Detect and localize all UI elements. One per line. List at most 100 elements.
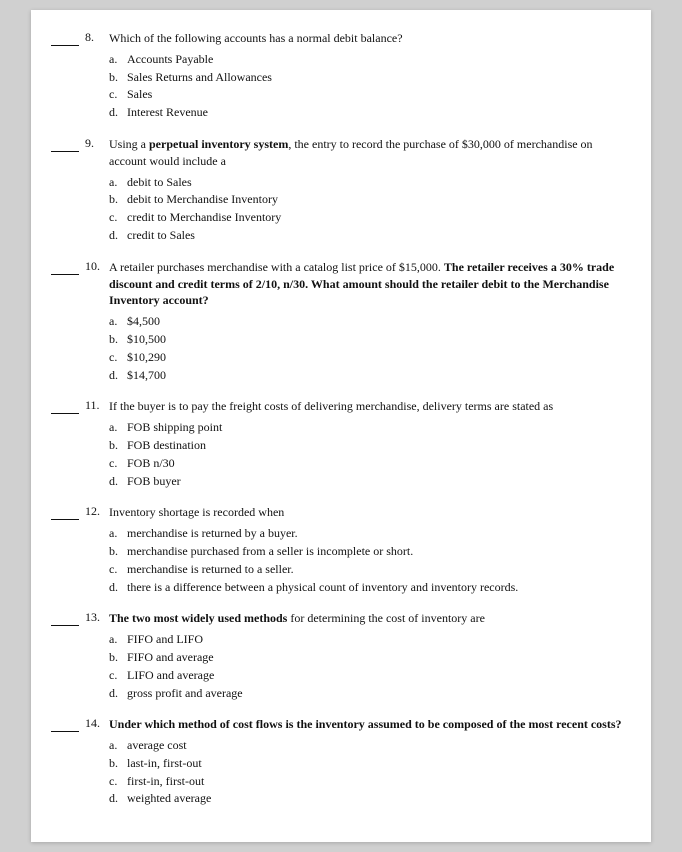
answer-blank[interactable] [51, 138, 79, 152]
option-letter: b. [109, 331, 127, 348]
option-item: a.debit to Sales [109, 174, 623, 191]
options-list: a.debit to Salesb.debit to Merchandise I… [109, 174, 623, 244]
option-item: b.$10,500 [109, 331, 623, 348]
option-text: Sales Returns and Allowances [127, 69, 272, 86]
option-text: $4,500 [127, 313, 160, 330]
option-letter: a. [109, 313, 127, 330]
option-item: d.FOB buyer [109, 473, 623, 490]
option-item: a.Accounts Payable [109, 51, 623, 68]
question-text: Using a perpetual inventory system, the … [109, 136, 623, 170]
question-block: 8.Which of the following accounts has a … [51, 30, 623, 122]
option-text: first-in, first-out [127, 773, 204, 790]
option-text: credit to Sales [127, 227, 195, 244]
option-item: b.merchandise purchased from a seller is… [109, 543, 623, 560]
question-block: 13.The two most widely used methods for … [51, 610, 623, 702]
question-content: Using a perpetual inventory system, the … [109, 136, 623, 245]
option-letter: b. [109, 543, 127, 560]
options-list: a.merchandise is returned by a buyer.b.m… [109, 525, 623, 595]
question-number: 14. [85, 716, 109, 731]
option-item: a.$4,500 [109, 313, 623, 330]
answer-blank[interactable] [51, 612, 79, 626]
option-text: FOB n/30 [127, 455, 175, 472]
option-text: $10,500 [127, 331, 166, 348]
option-text: FIFO and average [127, 649, 214, 666]
option-item: c.FOB n/30 [109, 455, 623, 472]
option-text: credit to Merchandise Inventory [127, 209, 281, 226]
question-text: A retailer purchases merchandise with a … [109, 259, 623, 309]
option-text: Interest Revenue [127, 104, 208, 121]
option-item: b.Sales Returns and Allowances [109, 69, 623, 86]
option-text: debit to Merchandise Inventory [127, 191, 278, 208]
option-letter: d. [109, 685, 127, 702]
option-item: c.LIFO and average [109, 667, 623, 684]
option-item: c.first-in, first-out [109, 773, 623, 790]
option-item: b.debit to Merchandise Inventory [109, 191, 623, 208]
question-text: If the buyer is to pay the freight costs… [109, 398, 623, 415]
option-item: d.gross profit and average [109, 685, 623, 702]
option-item: b.FOB destination [109, 437, 623, 454]
option-text: there is a difference between a physical… [127, 579, 518, 596]
option-item: b.last-in, first-out [109, 755, 623, 772]
option-item: d.there is a difference between a physic… [109, 579, 623, 596]
options-list: a.FOB shipping pointb.FOB destinationc.F… [109, 419, 623, 489]
question-number: 10. [85, 259, 109, 274]
question-block: 10.A retailer purchases merchandise with… [51, 259, 623, 385]
option-text: merchandise is returned to a seller. [127, 561, 294, 578]
question-content: Which of the following accounts has a no… [109, 30, 623, 122]
option-text: FOB shipping point [127, 419, 222, 436]
option-letter: d. [109, 227, 127, 244]
option-text: merchandise is returned by a buyer. [127, 525, 298, 542]
question-content: The two most widely used methods for det… [109, 610, 623, 702]
option-text: FOB buyer [127, 473, 181, 490]
option-letter: a. [109, 631, 127, 648]
option-letter: a. [109, 51, 127, 68]
answer-blank[interactable] [51, 506, 79, 520]
option-letter: c. [109, 455, 127, 472]
option-letter: b. [109, 69, 127, 86]
option-item: c.$10,290 [109, 349, 623, 366]
option-text: Accounts Payable [127, 51, 213, 68]
option-text: LIFO and average [127, 667, 214, 684]
question-content: Inventory shortage is recorded whena.mer… [109, 504, 623, 596]
option-item: d.weighted average [109, 790, 623, 807]
option-letter: b. [109, 649, 127, 666]
option-letter: a. [109, 419, 127, 436]
options-list: a.FIFO and LIFOb.FIFO and averagec.LIFO … [109, 631, 623, 701]
option-text: FIFO and LIFO [127, 631, 203, 648]
option-letter: b. [109, 191, 127, 208]
question-content: A retailer purchases merchandise with a … [109, 259, 623, 385]
question-text: Which of the following accounts has a no… [109, 30, 623, 47]
option-text: average cost [127, 737, 187, 754]
question-number: 9. [85, 136, 109, 151]
option-text: last-in, first-out [127, 755, 202, 772]
option-letter: c. [109, 86, 127, 103]
exam-page: 8.Which of the following accounts has a … [31, 10, 651, 842]
options-list: a.Accounts Payableb.Sales Returns and Al… [109, 51, 623, 121]
question-block: 12.Inventory shortage is recorded whena.… [51, 504, 623, 596]
option-letter: d. [109, 104, 127, 121]
option-item: a.FIFO and LIFO [109, 631, 623, 648]
answer-blank[interactable] [51, 261, 79, 275]
answer-blank[interactable] [51, 718, 79, 732]
option-letter: a. [109, 174, 127, 191]
question-content: If the buyer is to pay the freight costs… [109, 398, 623, 490]
question-block: 11.If the buyer is to pay the freight co… [51, 398, 623, 490]
option-letter: c. [109, 561, 127, 578]
option-letter: c. [109, 667, 127, 684]
option-text: debit to Sales [127, 174, 192, 191]
option-letter: a. [109, 525, 127, 542]
answer-blank[interactable] [51, 400, 79, 414]
answer-blank[interactable] [51, 32, 79, 46]
option-item: d.credit to Sales [109, 227, 623, 244]
option-letter: d. [109, 473, 127, 490]
option-text: merchandise purchased from a seller is i… [127, 543, 413, 560]
option-item: b.FIFO and average [109, 649, 623, 666]
option-item: d.Interest Revenue [109, 104, 623, 121]
option-item: a.merchandise is returned by a buyer. [109, 525, 623, 542]
option-letter: a. [109, 737, 127, 754]
option-item: c.credit to Merchandise Inventory [109, 209, 623, 226]
option-item: a.FOB shipping point [109, 419, 623, 436]
option-letter: d. [109, 367, 127, 384]
question-text: The two most widely used methods for det… [109, 610, 623, 627]
option-letter: d. [109, 579, 127, 596]
